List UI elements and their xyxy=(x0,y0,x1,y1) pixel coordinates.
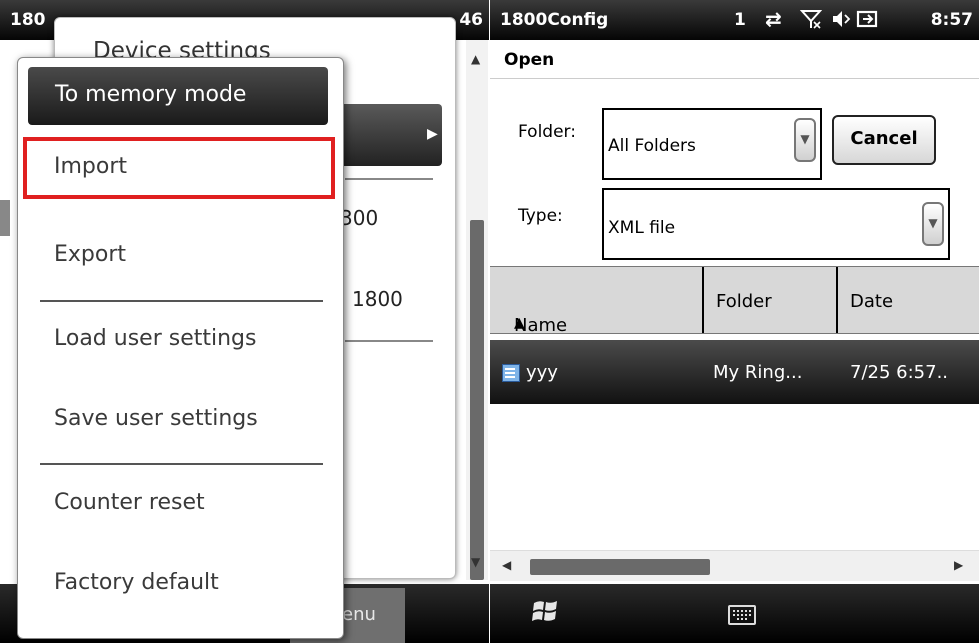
battery-icon xyxy=(856,8,880,34)
submenu-arrow-icon: ▶ xyxy=(427,126,438,142)
app-title: 1800Config xyxy=(500,10,609,30)
cancel-button[interactable]: Cancel xyxy=(832,115,936,165)
column-header-folder[interactable]: Folder xyxy=(704,267,836,333)
horizontal-scrollbar[interactable]: ◀ ▶ xyxy=(490,550,979,581)
type-select[interactable]: XML file ▼ xyxy=(602,188,950,260)
menu-item-label: Save user settings xyxy=(54,406,258,431)
sync-icon: ⇄ xyxy=(765,7,782,31)
menu-item-label: To memory mode xyxy=(55,82,247,107)
row-date: 7/25 6:57.. xyxy=(850,362,949,383)
row-name: yyy xyxy=(526,362,558,383)
background-row-marker xyxy=(0,200,10,236)
status-time: 46 xyxy=(459,10,483,30)
column-header-label: Date xyxy=(850,291,894,312)
menu-item-label: Factory default xyxy=(54,570,219,595)
row-folder: My Ring... xyxy=(713,362,803,383)
folder-select-value: All Folders xyxy=(608,136,696,156)
scroll-left-icon[interactable]: ◀ xyxy=(502,558,511,572)
type-label: Type: xyxy=(518,206,563,226)
menu-separator xyxy=(40,463,323,465)
app-title: 180 xyxy=(10,10,46,30)
menu-item-label: Export xyxy=(54,242,127,267)
menu-item-label: Counter reset xyxy=(54,490,205,515)
folder-select[interactable]: All Folders ▼ xyxy=(602,108,822,180)
sort-ascending-icon: ▲ xyxy=(514,315,525,331)
menu-item-label: Import xyxy=(54,154,128,179)
vertical-scrollbar[interactable]: ▲ ▼ xyxy=(466,40,488,580)
chevron-down-icon[interactable]: ▼ xyxy=(922,202,944,246)
menu-item-factory-default[interactable]: Factory default xyxy=(18,554,343,614)
left-screenshot: 180 46 Device settings ▶ 300 1800 ▲ ▼ en… xyxy=(0,0,489,643)
dialog-header: Open xyxy=(490,40,979,79)
status-time: 8:57 xyxy=(930,10,973,30)
windows-start-icon[interactable] xyxy=(532,598,558,624)
chevron-down-icon[interactable]: ▼ xyxy=(794,118,816,162)
background-divider xyxy=(345,340,433,342)
menu-item-export[interactable]: Export xyxy=(18,226,343,286)
menu-separator xyxy=(40,300,323,302)
scroll-thumb[interactable] xyxy=(470,220,484,580)
table-row[interactable]: yyy My Ring... 7/25 6:57.. xyxy=(490,340,979,404)
signal-number: 1 xyxy=(734,10,746,30)
column-header-label: Folder xyxy=(716,291,772,312)
xml-file-icon xyxy=(502,364,520,382)
keyboard-icon[interactable] xyxy=(728,605,756,625)
menu-item-label: Load user settings xyxy=(54,326,257,351)
right-screenshot: 1800Config 1 ⇄ 8:57 Open Folder: All Fol… xyxy=(490,0,979,643)
scroll-down-icon[interactable]: ▼ xyxy=(471,555,480,569)
background-text-1: 300 xyxy=(340,206,379,230)
volume-icon xyxy=(830,8,852,34)
type-select-value: XML file xyxy=(608,218,676,238)
menu-item-counter-reset[interactable]: Counter reset xyxy=(18,474,343,534)
context-menu: To memory mode Import Export Load user s… xyxy=(17,57,344,639)
table-header: Name ▲ Folder Date xyxy=(490,266,979,336)
no-signal-icon xyxy=(799,8,823,34)
background-divider xyxy=(345,178,433,180)
background-text-2: 1800 xyxy=(352,287,403,311)
column-header-name[interactable]: Name ▲ xyxy=(490,267,702,336)
status-bar: 1800Config 1 ⇄ 8:57 xyxy=(490,0,979,40)
menu-item-import[interactable]: Import xyxy=(23,137,335,199)
scroll-up-icon[interactable]: ▲ xyxy=(471,52,480,66)
scroll-right-icon[interactable]: ▶ xyxy=(954,558,963,572)
scroll-thumb[interactable] xyxy=(530,559,710,575)
menu-softkey-label: enu xyxy=(342,604,376,625)
page-title: Open xyxy=(504,50,555,70)
menu-item-to-memory-mode[interactable]: To memory mode xyxy=(28,67,328,125)
column-header-date[interactable]: Date xyxy=(838,267,979,333)
menu-item-save-user-settings[interactable]: Save user settings xyxy=(18,390,343,450)
folder-label: Folder: xyxy=(518,122,576,142)
menu-item-load-user-settings[interactable]: Load user settings xyxy=(18,310,343,370)
